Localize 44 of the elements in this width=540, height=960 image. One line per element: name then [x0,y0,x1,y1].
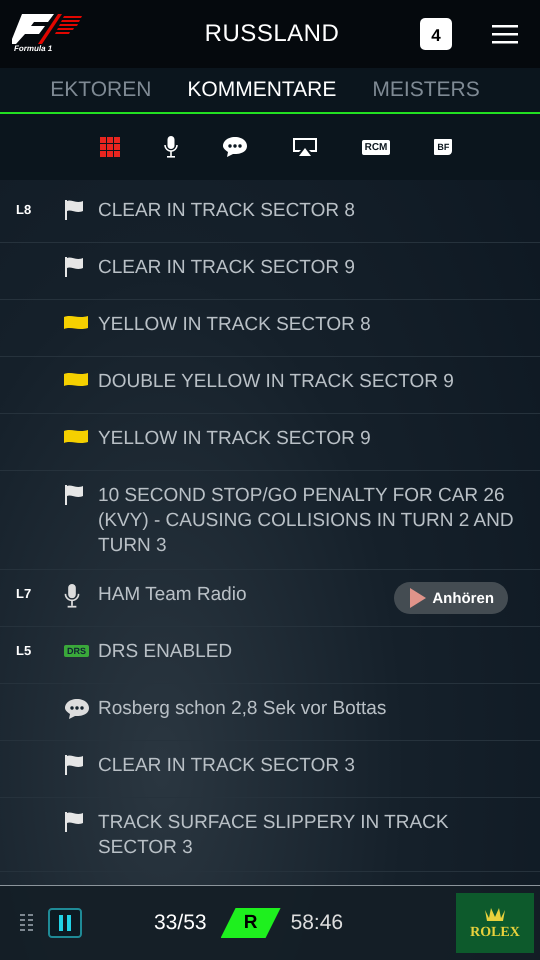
feed-message: CLEAR IN TRACK SECTOR 8 [98,199,356,223]
lap-label: L5 [16,642,32,658]
lap-label: L8 [16,201,32,217]
chat-icon[interactable] [222,136,248,158]
feed-message: YELLOW IN TRACK SECTOR 9 [98,427,372,451]
drs-badge: DRS [64,645,90,657]
feed-message: CLEAR IN TRACK SECTOR 9 [98,256,356,280]
microphone-icon[interactable] [164,136,178,158]
chat-icon [64,698,90,720]
tab[interactable]: KOMMENTARE [187,78,336,102]
feed-message: CLEAR IN TRACK SECTOR 3 [98,754,356,778]
rcm-button[interactable]: RCM [362,140,390,154]
feed-message: DRS ENABLED [98,640,234,664]
flag-icon [64,200,84,220]
feed-message: 10 SECOND STOP/GO PENALTY FOR CAR 26 (KVY) - CAUSING COLLISIONS IN TURN 2 AND TURN 3 [98,484,515,558]
feed-message: DOUBLE YELLOW IN TRACK SECTOR 9 [98,370,455,394]
microphone-icon [64,584,80,608]
tab[interactable]: EKTOREN [50,78,152,102]
feed-message: YELLOW IN TRACK SECTOR 8 [98,313,372,337]
flag-icon [64,812,84,832]
lap-counter: 33/53 [154,911,207,935]
formula-logo: Formula 1 [12,14,88,54]
tab[interactable]: MEISTERS [372,78,480,102]
pause-icon [59,915,71,931]
feed-message: TRACK SURFACE SLIPPERY IN TRACK SECTOR 3 [98,811,450,860]
flag-icon [64,257,84,277]
flag-button[interactable]: BF [434,139,452,155]
pause-button[interactable] [48,908,82,938]
sponsor-logo: ROLEX [456,893,534,953]
play-icon [410,588,426,608]
page-title: RUSSLAND [204,20,340,48]
session-badge: R [220,908,281,938]
screen-icon[interactable] [292,137,318,157]
flag-icon [64,485,84,505]
lap-label: L7 [16,585,32,601]
list-icon[interactable] [20,914,34,932]
listen-button[interactable]: Anhören [394,582,508,614]
calendar-button[interactable]: 4 [420,18,452,50]
menu-icon[interactable] [492,24,518,44]
feed-message: HAM Team Radio [98,583,248,607]
flag-icon [64,755,84,775]
race-time: 58:46 [290,911,344,935]
feed-message: Rosberg schon 2,8 Sek vor Bottas [98,697,388,721]
grid-icon[interactable] [100,137,120,157]
